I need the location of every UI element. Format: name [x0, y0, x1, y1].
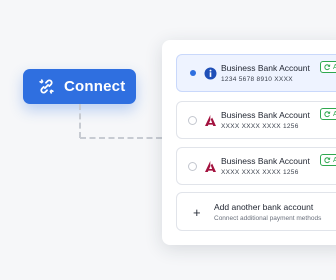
add-account-title: Add another bank account [214, 202, 314, 212]
account-card-3[interactable]: Business Bank Account XXXX XXXX XXXX 125… [176, 147, 336, 185]
radio-selected[interactable] [190, 70, 196, 76]
connect-button[interactable]: Connect [23, 69, 136, 104]
refresh-icon [324, 111, 331, 118]
account-title: Business Bank Account [221, 110, 310, 120]
account-card-1[interactable]: Business Bank Account 1234 5678 8910 XXX… [176, 54, 336, 92]
connector-line-vertical [79, 104, 81, 138]
axis-bank-logo [204, 114, 217, 127]
radio-unselected[interactable] [188, 116, 197, 125]
connect-label: Connect [64, 78, 126, 95]
info-bank-logo [204, 67, 217, 80]
plus-icon: + [193, 205, 201, 220]
radio-unselected[interactable] [188, 162, 197, 171]
connector-line-horizontal [80, 137, 162, 139]
refresh-icon [324, 157, 331, 164]
account-number: 1234 5678 8910 XXXX [221, 76, 293, 83]
add-account-subtitle: Connect additional payment methods [214, 215, 322, 222]
axis-bank-logo [204, 160, 217, 173]
status-badge: A [320, 108, 336, 120]
add-account-button[interactable]: + Add another bank account Connect addit… [176, 192, 336, 231]
account-card-2[interactable]: Business Bank Account XXXX XXXX XXXX 125… [176, 101, 336, 139]
status-badge: A [320, 154, 336, 166]
status-badge: A [320, 61, 336, 73]
account-number: XXXX XXXX XXXX 1256 [221, 169, 299, 176]
account-title: Business Bank Account [221, 63, 310, 73]
link-icon [37, 77, 56, 96]
account-number: XXXX XXXX XXXX 1256 [221, 123, 299, 130]
refresh-icon [324, 64, 331, 71]
account-title: Business Bank Account [221, 156, 310, 166]
